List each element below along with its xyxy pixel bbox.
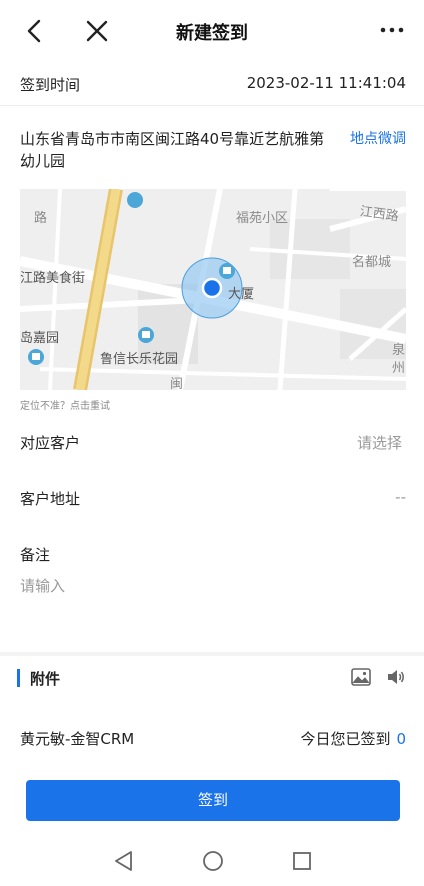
location-address: 山东省青岛市市南区闽江路40号靠近艺航雅第幼儿园	[20, 130, 325, 170]
checkin-time-label: 签到时间	[20, 76, 81, 94]
image-icon[interactable]	[351, 668, 371, 686]
map-poi: 岛嘉园	[20, 331, 60, 346]
remark-field: 备注	[0, 544, 424, 566]
checkin-time-value: 2023-02-11 11:41:04	[246, 74, 406, 92]
map-poi: 江路美食街	[20, 271, 86, 286]
attachments-label: 附件	[30, 670, 61, 688]
today-checkin-label: 今日您已签到	[300, 730, 391, 748]
checkin-submit-button[interactable]: 签到	[26, 780, 400, 821]
customer-address-value: --	[395, 488, 406, 506]
user-company-label: 黄元敏-金智CRM	[20, 730, 135, 748]
top-nav-bar: 新建签到	[0, 0, 424, 62]
location-map[interactable]: 江西路 福苑小区 名都城 江路美食街 岛嘉园 鲁信长乐花园 大厦 泉 州 路 闽	[20, 189, 406, 390]
voice-icon[interactable]	[386, 668, 406, 686]
nav-recents-icon[interactable]	[292, 851, 312, 871]
map-poi: 路	[34, 211, 48, 226]
map-poi: 福苑小区	[236, 211, 289, 226]
map-poi: 名都城	[352, 255, 392, 270]
remark-input[interactable]: 请输入	[20, 575, 65, 596]
customer-address-field: 客户地址 --	[0, 488, 424, 510]
customer-label: 对应客户	[20, 434, 81, 452]
section-divider	[0, 652, 424, 656]
map-poi: 鲁信长乐花园	[100, 352, 179, 367]
location-address-row: 山东省青岛市市南区闽江路40号靠近艺航雅第幼儿园 地点微调	[0, 106, 424, 188]
map-poi: 闽	[170, 377, 184, 390]
today-checkin-status: 今日您已签到 0	[300, 728, 406, 749]
page-title: 新建签到	[176, 23, 248, 44]
more-dots-icon[interactable]	[378, 18, 406, 42]
retry-location-link[interactable]: 定位不准？点击重试	[20, 397, 110, 412]
nav-back-icon[interactable]	[114, 850, 134, 872]
customer-field[interactable]: 对应客户 请选择	[0, 432, 424, 454]
remark-label: 备注	[20, 546, 51, 564]
today-checkin-count: 0	[396, 730, 406, 748]
map-canvas	[20, 189, 406, 390]
map-poi: 泉	[392, 343, 406, 358]
customer-address-label: 客户地址	[20, 490, 81, 508]
map-poi: 大厦	[228, 287, 255, 302]
adjust-location-link[interactable]: 地点微调	[350, 128, 406, 148]
nav-home-icon[interactable]	[202, 850, 224, 872]
section-accent-bar	[17, 669, 20, 687]
customer-select[interactable]: 请选择	[357, 432, 402, 453]
checkin-time-row: 签到时间 2023-02-11 11:41:04	[0, 62, 424, 106]
system-nav-bar	[0, 836, 424, 886]
map-poi: 州	[392, 361, 406, 376]
